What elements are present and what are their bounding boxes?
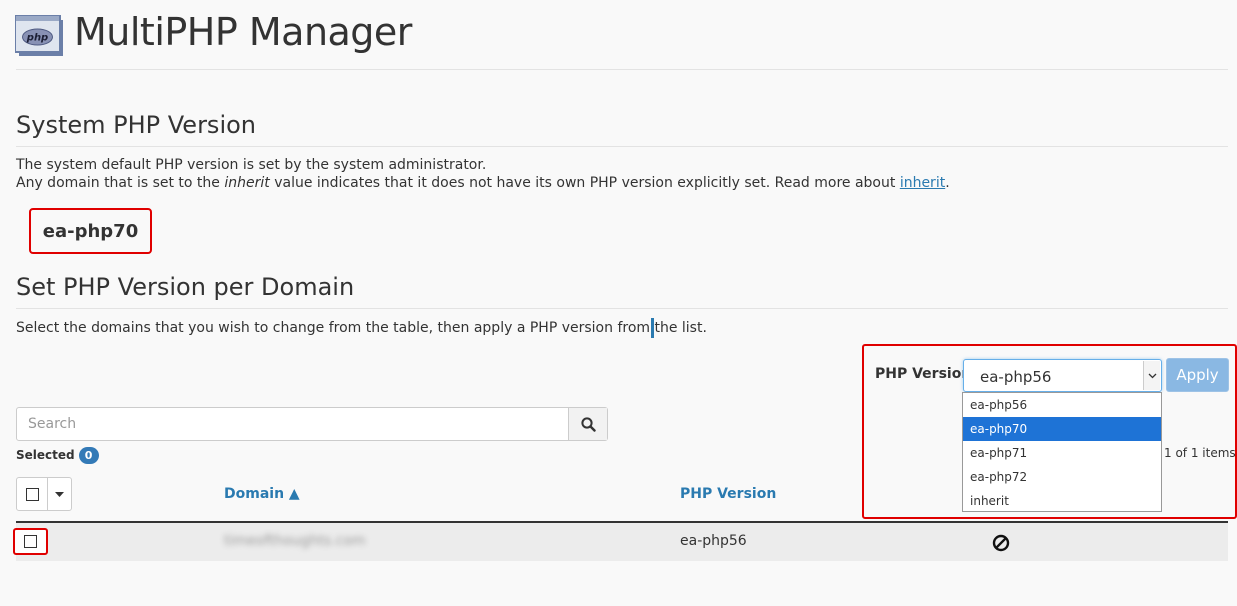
- inherit-link[interactable]: inherit: [900, 175, 945, 191]
- search-box: [16, 407, 608, 441]
- bulk-select-control: [16, 477, 72, 511]
- selected-count-label: Selected 0: [16, 447, 99, 464]
- search-button[interactable]: [568, 408, 607, 440]
- svg-text:php: php: [26, 33, 48, 44]
- php-app-icon: php: [15, 15, 63, 56]
- selected-count-badge: 0: [78, 447, 99, 464]
- php-version-options-list: ea-php56 ea-php70 ea-php71 ea-php72 inhe…: [962, 392, 1162, 512]
- option-ea-php56[interactable]: ea-php56: [963, 393, 1161, 417]
- search-icon: [580, 416, 596, 432]
- apply-button[interactable]: Apply: [1166, 358, 1229, 392]
- row-php-version: ea-php56: [680, 533, 747, 549]
- items-count: 1 of 1 items: [1164, 446, 1236, 460]
- select-all-checkbox[interactable]: [25, 487, 39, 501]
- no-entry-icon: [992, 534, 1010, 552]
- per-domain-heading: Set PHP Version per Domain: [16, 273, 355, 301]
- text-cursor: [651, 318, 654, 338]
- bulk-select-dropdown[interactable]: [48, 478, 71, 510]
- column-header-php-version[interactable]: PHP Version: [680, 486, 776, 502]
- system-php-heading: System PHP Version: [16, 111, 256, 139]
- php-version-select-value: ea-php56: [980, 368, 1052, 386]
- system-description-line1: The system default PHP version is set by…: [16, 157, 487, 173]
- php-version-label: PHP Version: [875, 366, 972, 382]
- row-checkbox[interactable]: [24, 535, 37, 548]
- row-checkbox-highlight: [13, 528, 48, 555]
- php-version-select[interactable]: ea-php56: [963, 359, 1162, 392]
- per-domain-instructions: Select the domains that you wish to chan…: [16, 320, 707, 336]
- table-row: [16, 523, 1228, 561]
- select-all-checkbox-cell: [17, 478, 48, 510]
- chevron-down-icon[interactable]: [1143, 361, 1160, 390]
- header-divider: [16, 69, 1228, 70]
- page-title: MultiPHP Manager: [74, 10, 412, 54]
- option-ea-php71[interactable]: ea-php71: [963, 441, 1161, 465]
- search-input[interactable]: [17, 408, 568, 440]
- section-divider: [16, 308, 1228, 309]
- system-php-version-value: ea-php70: [29, 208, 152, 254]
- column-header-domain[interactable]: Domain ▲: [224, 486, 300, 502]
- option-ea-php72[interactable]: ea-php72: [963, 465, 1161, 489]
- option-inherit[interactable]: inherit: [963, 489, 1161, 513]
- caret-down-icon: [55, 491, 64, 497]
- row-domain-blurred: timeofthoughts.com: [224, 533, 366, 549]
- option-ea-php70[interactable]: ea-php70: [963, 417, 1161, 441]
- system-description-line2: Any domain that is set to the inherit va…: [16, 175, 950, 191]
- section-divider: [16, 146, 1228, 147]
